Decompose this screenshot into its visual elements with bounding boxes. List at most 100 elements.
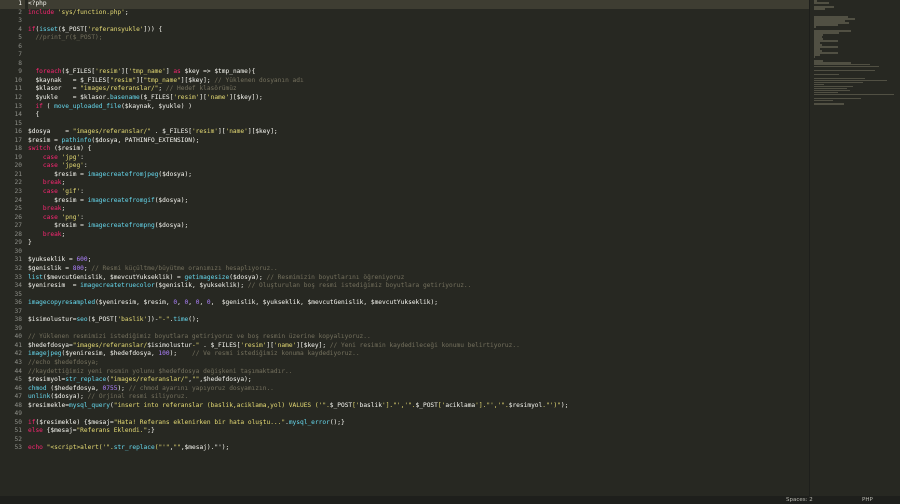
line-number: 16	[14, 128, 22, 136]
minimap[interactable]	[809, 0, 900, 496]
code-line[interactable]: }	[28, 239, 810, 248]
line-number: 19	[14, 153, 22, 161]
code-line[interactable]	[28, 308, 810, 317]
line-number: 43	[14, 358, 22, 366]
minimap-line	[814, 69, 875, 72]
line-number: 21	[14, 170, 22, 178]
code-line[interactable]: $dosya = "images/referanslar/" . $_FILES…	[28, 128, 810, 137]
line-number: 52	[14, 435, 22, 443]
code-line[interactable]	[28, 17, 810, 26]
code-line[interactable]	[28, 291, 810, 300]
line-number: 8	[18, 59, 22, 67]
code-line[interactable]: if(isset($_POST['referansyukle'])) {	[28, 26, 810, 35]
line-number: 3	[18, 17, 22, 25]
code-line[interactable]: if ( move_uploaded_file($kaynak, $yukle)…	[28, 103, 810, 112]
code-line[interactable]	[28, 60, 810, 69]
line-number-gutter: 1 2 3 4 5 6 7 8 9 10 11 12 13 14 15 16 17 18 19 20 21 22 23 24 2…	[0, 0, 25, 496]
line-number: 24	[14, 196, 22, 204]
code-line[interactable]	[28, 436, 810, 445]
line-number: 48	[14, 401, 22, 409]
code-line[interactable]: foreach($_FILES['resim']['tmp_name'] as …	[28, 68, 810, 77]
code-line[interactable]: else {$mesaj="Referans Eklendi.";}	[28, 427, 810, 436]
code-line[interactable]: <?php	[28, 0, 810, 9]
code-line[interactable]: break;	[28, 179, 810, 188]
minimap-line	[814, 73, 840, 76]
code-line[interactable]: $resim = imagecreatefrompng($dosya);	[28, 222, 810, 231]
code-line[interactable]: $klasor = "images/referanslar/"; // Hede…	[28, 85, 810, 94]
code-line[interactable]: $resim = pathinfo($dosya, PATHINFO_EXTEN…	[28, 137, 810, 146]
line-number: 38	[14, 316, 22, 324]
code-line[interactable]: list($mevcutGenislik, $mevcutYukseklik) …	[28, 274, 810, 283]
line-number: 25	[14, 205, 22, 213]
line-number: 2	[18, 8, 22, 16]
line-number: 53	[14, 444, 22, 452]
line-number: 17	[14, 136, 22, 144]
minimap-line	[814, 2, 829, 4]
line-number: 12	[14, 94, 22, 102]
code-line[interactable]: switch ($resim) {	[28, 145, 810, 154]
code-line[interactable]: imagecopyresampled($yeniresim, $resim, 0…	[28, 299, 810, 308]
code-line[interactable]: chmod ($hedefdosya, 0755); // chmod ayar…	[28, 385, 810, 394]
code-line[interactable]: $isimolustur=seo($_POST['baslik'])-"-".t…	[28, 316, 810, 325]
line-number: 26	[14, 213, 22, 221]
line-number: 40	[14, 333, 22, 341]
code-line[interactable]: $resim = imagecreatefromgif($dosya);	[28, 197, 810, 206]
code-line[interactable]: case 'jpg':	[28, 154, 810, 163]
code-line[interactable]	[28, 51, 810, 60]
line-number: 50	[14, 418, 22, 426]
code-line[interactable]: $kaynak = $_FILES["resim"]["tmp_name"][$…	[28, 77, 810, 86]
code-line[interactable]: //print_r($_POST);	[28, 34, 810, 43]
code-line[interactable]	[28, 43, 810, 52]
code-line[interactable]	[28, 410, 810, 419]
code-line[interactable]: //kaydettiğimiz yeni resmin yolunu $hede…	[28, 368, 810, 377]
code-line[interactable]: $yukseklik = 600;	[28, 256, 810, 265]
code-line[interactable]: $resimyol=str_replace("images/referansla…	[28, 376, 810, 385]
minimap-line	[814, 53, 820, 56]
code-line[interactable]: $genislik = 800; // Resmi küçültme/büyüt…	[28, 265, 810, 274]
line-number: 36	[14, 299, 22, 307]
line-number: 4	[18, 25, 22, 33]
line-number: 1	[0, 0, 25, 9]
code-line[interactable]: break;	[28, 231, 810, 240]
code-line[interactable]: $resimekle=mysql_query("insert into refe…	[28, 402, 810, 411]
line-number: 39	[14, 324, 22, 332]
line-number: 14	[14, 111, 22, 119]
code-line[interactable]: //echo $hedefdosya;	[28, 359, 810, 368]
code-line[interactable]: case 'png':	[28, 214, 810, 223]
line-number: 7	[18, 51, 22, 59]
line-number: 27	[14, 222, 22, 230]
code-line[interactable]: // Yüklenen resmimizi istediğimiz boyutl…	[28, 333, 810, 342]
code-line[interactable]: {	[28, 111, 810, 120]
line-number: 44	[14, 367, 22, 375]
minimap-line	[814, 99, 833, 102]
line-number: 49	[14, 410, 22, 418]
minimap-line	[814, 103, 844, 106]
code-line[interactable]: case 'gif':	[28, 188, 810, 197]
code-line[interactable]: unlink($dosya); // Orjinal resmi siliyor…	[28, 393, 810, 402]
code-line[interactable]: $yeniresim = imagecreatetruecolor($genis…	[28, 282, 810, 291]
code-line[interactable]	[28, 120, 810, 129]
minimap-line	[814, 8, 825, 10]
code-line[interactable]	[28, 248, 810, 257]
code-line[interactable]: break;	[28, 205, 810, 214]
line-number: 41	[14, 341, 22, 349]
line-number: 32	[14, 264, 22, 272]
code-line[interactable]: $yukle = $klasor.basename($_FILES['resim…	[28, 94, 810, 103]
line-number: 35	[14, 290, 22, 298]
indentation-status[interactable]: Spaces: 2	[786, 497, 813, 503]
code-line[interactable]: case 'jpeg':	[28, 162, 810, 171]
line-number: 45	[14, 376, 22, 384]
line-number: 22	[14, 179, 22, 187]
line-number: 34	[14, 282, 22, 290]
code-line[interactable]: imagejpeg($yeniresim, $hedefdosya, 100);…	[28, 350, 810, 359]
code-line[interactable]: if($resimekle) {$mesaj="Hata! Referans e…	[28, 419, 810, 428]
line-number: 6	[18, 42, 22, 50]
line-number: 29	[14, 239, 22, 247]
code-line[interactable]: echo "<script>alert('".str_replace("'","…	[28, 444, 810, 453]
code-editor[interactable]: <?php include 'sys/function.php'; if(isset…	[28, 0, 810, 496]
syntax-status[interactable]: PHP	[862, 497, 873, 503]
minimap-line	[814, 24, 839, 26]
code-line[interactable]: include 'sys/function.php';	[28, 9, 810, 18]
code-line[interactable]: $resim = imagecreatefromjpeg($dosya);	[28, 171, 810, 180]
line-number: 51	[14, 427, 22, 435]
